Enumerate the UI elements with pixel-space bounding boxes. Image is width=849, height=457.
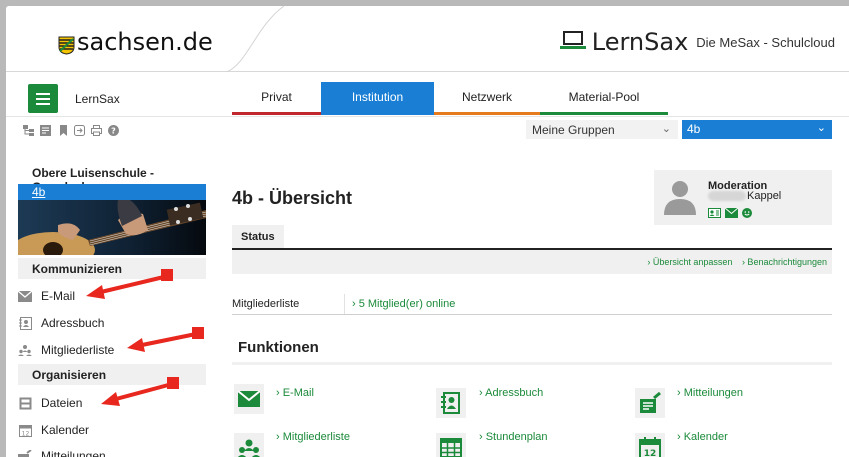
arrow-to-dateien <box>101 377 179 406</box>
arrow-to-email <box>86 269 173 299</box>
browser-viewport: sachsen.de LernSax Die MeSax - Schulclou… <box>6 6 849 457</box>
arrow-to-mitgliederliste <box>127 327 204 352</box>
annotation-overlay <box>86 269 204 406</box>
